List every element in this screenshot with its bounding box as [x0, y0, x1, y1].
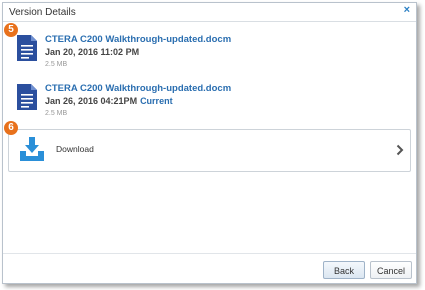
document-icon	[17, 84, 37, 110]
version-filename[interactable]: CTERA C200 Walkthrough-updated.docm	[45, 34, 231, 45]
callout-badge-5: 5	[4, 23, 18, 37]
document-icon	[17, 35, 37, 61]
chevron-right-icon	[396, 144, 404, 156]
download-label: Download	[56, 144, 94, 154]
version-details-dialog: Version Details × CTERA C200 Walkthrough…	[2, 2, 417, 284]
version-date-text: Jan 20, 2016 11:02 PM	[45, 47, 140, 57]
version-size: 2.5 MB	[45, 110, 68, 117]
version-date-text: Jan 26, 2016 04:21PM	[45, 96, 138, 106]
title-divider	[3, 21, 416, 22]
close-icon[interactable]: ×	[404, 4, 410, 16]
dialog-title: Version Details	[9, 7, 76, 18]
version-date: Jan 20, 2016 11:02 PM	[45, 47, 139, 57]
version-size: 2.5 MB	[45, 61, 68, 68]
callout-badge-6: 6	[4, 121, 18, 135]
current-status-label: Current	[140, 96, 173, 106]
cancel-button[interactable]: Cancel	[370, 261, 412, 279]
download-button[interactable]: Download	[8, 129, 411, 172]
back-button[interactable]: Back	[323, 261, 365, 279]
version-item-1[interactable]: CTERA C200 Walkthrough-updated.docm Jan …	[15, 34, 395, 76]
footer-divider	[3, 253, 416, 254]
version-date: Jan 26, 2016 04:21PM Current	[45, 96, 173, 106]
version-item-2[interactable]: CTERA C200 Walkthrough-updated.docm Jan …	[15, 83, 395, 125]
version-filename[interactable]: CTERA C200 Walkthrough-updated.docm	[45, 83, 231, 94]
download-icon	[20, 137, 44, 161]
